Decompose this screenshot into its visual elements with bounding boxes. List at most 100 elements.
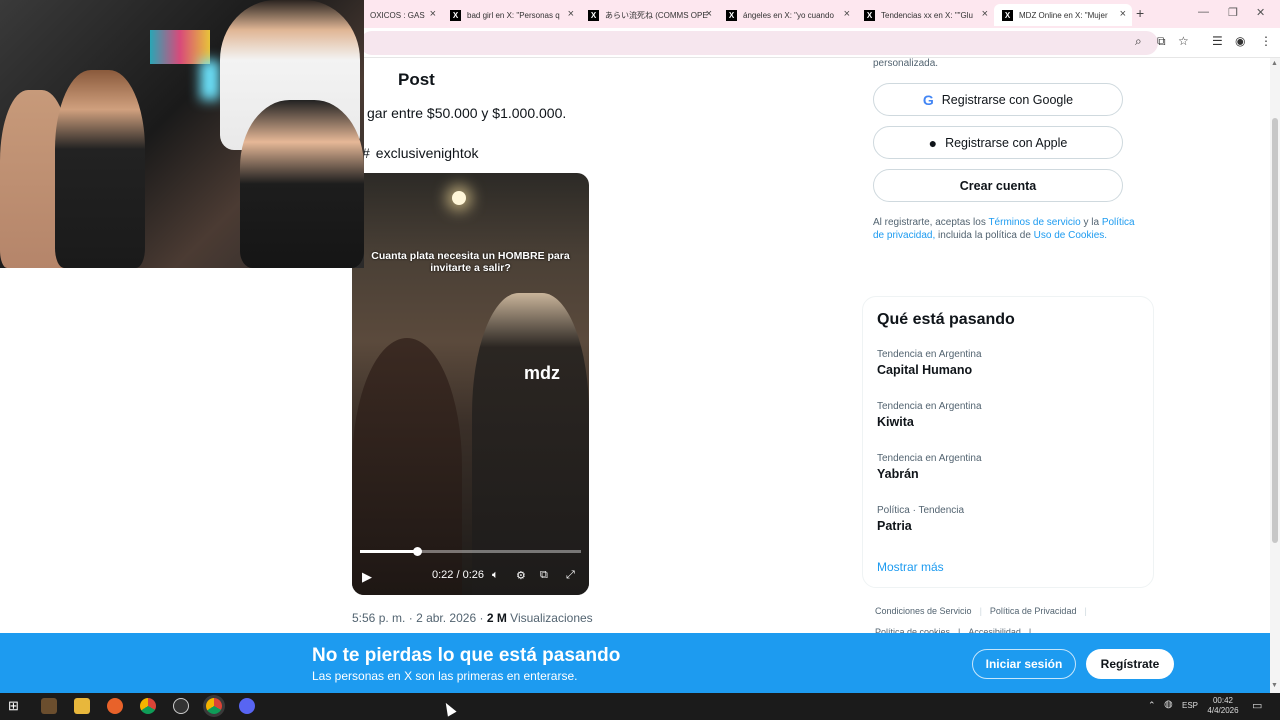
trend-item[interactable]: Tendencia en Argentina Kiwita xyxy=(877,401,982,429)
volume-icon[interactable]: 🔈︎ xyxy=(492,569,499,582)
video-progress-bar[interactable] xyxy=(360,547,581,556)
clock[interactable]: 00:42 4/4/2026 xyxy=(1206,696,1240,716)
signup-note: personalizada. xyxy=(873,58,939,69)
views-label: Visualizaciones xyxy=(510,611,593,625)
browser-tab[interactable]: X ángeles en X: "yo cuando × xyxy=(718,4,856,26)
banner-subtitle: Las personas en X son las primeras en en… xyxy=(312,669,578,683)
close-window-button[interactable]: ✕ xyxy=(1256,6,1265,19)
webcam-person xyxy=(55,70,145,268)
scroll-down-arrow-icon[interactable]: ▼ xyxy=(1271,682,1278,689)
register-button[interactable]: Regístrate xyxy=(1086,649,1174,679)
terms-link[interactable]: Términos de servicio xyxy=(988,217,1080,228)
trend-name: Yabrán xyxy=(877,467,919,481)
create-account-button[interactable]: Crear cuenta xyxy=(873,169,1123,202)
terms-footer-link[interactable]: Condiciones de Servicio xyxy=(875,606,972,616)
menu-icon[interactable]: ⋮ xyxy=(1260,34,1272,48)
hashtag-line: # exclusivenightok xyxy=(362,145,479,161)
browser-tab[interactable]: X Tendencias xx en X: ""Glu × xyxy=(856,4,994,26)
media-player-icon[interactable] xyxy=(41,698,57,714)
signup-google-button[interactable]: G Registrarse con Google xyxy=(873,83,1123,116)
privacy-footer-link[interactable]: Política de Privacidad xyxy=(990,606,1077,616)
tab-title: ángeles en X: "yo cuando xyxy=(743,10,834,20)
show-more-link[interactable]: Mostrar más xyxy=(877,560,944,574)
post-date[interactable]: 2 abr. 2026 xyxy=(416,611,476,625)
trend-item[interactable]: Tendencia en Argentina Capital Humano xyxy=(877,349,982,377)
trend-item[interactable]: Tendencia en Argentina Yabrán xyxy=(877,453,982,481)
trend-name: Kiwita xyxy=(877,415,914,429)
close-tab-icon[interactable]: × xyxy=(706,8,712,20)
login-button[interactable]: Iniciar sesión xyxy=(972,649,1076,679)
x-logo-icon: X xyxy=(450,9,461,21)
cookies-link[interactable]: Uso de Cookies. xyxy=(1034,230,1107,241)
play-icon[interactable]: ▶ xyxy=(362,569,372,585)
apple-icon: ● xyxy=(928,134,938,151)
tab-title: OXICOS : GAS xyxy=(370,10,425,20)
reading-list-icon[interactable]: ☰ xyxy=(1212,34,1223,48)
legal-and: y la xyxy=(1083,217,1100,228)
fullscreen-icon[interactable]: ⤢ xyxy=(566,569,575,582)
legal-prefix: Al registrarte, aceptas los xyxy=(873,217,986,228)
maximize-button[interactable]: ❐ xyxy=(1228,6,1238,19)
scroll-up-arrow-icon[interactable]: ▲ xyxy=(1271,60,1278,67)
scrollbar-thumb[interactable] xyxy=(1272,118,1278,543)
trends-card: Qué está pasando Tendencia en Argentina … xyxy=(862,296,1154,588)
settings-gear-icon[interactable]: ⚙ xyxy=(516,569,526,582)
trend-name: Patria xyxy=(877,519,912,533)
trend-context: Tendencia en Argentina xyxy=(877,349,982,360)
chrome-active-icon[interactable] xyxy=(206,698,222,714)
close-tab-icon[interactable]: × xyxy=(844,8,850,20)
network-icon[interactable]: ◍ xyxy=(1164,699,1173,710)
footer-separator: | xyxy=(1084,606,1087,616)
banner-title: No te pierdas lo que está pasando xyxy=(312,645,621,666)
firefox-icon[interactable] xyxy=(107,698,123,714)
page-title: Post xyxy=(398,70,435,89)
trend-name: Capital Humano xyxy=(877,363,973,377)
legal-text: Al registrarte, aceptas los Términos de … xyxy=(873,216,1135,242)
browser-tab[interactable]: X あらい流死ね (COMMS OPE × xyxy=(580,4,718,26)
browser-tab[interactable]: OXICOS : GAS × xyxy=(362,4,442,26)
google-icon: G xyxy=(922,91,934,108)
views-count: 2 M xyxy=(486,611,507,625)
x-logo-icon: X xyxy=(726,9,737,21)
clock-date: 4/4/2026 xyxy=(1207,706,1239,715)
signup-card: personalizada. G Registrarse con Google … xyxy=(862,58,1154,258)
tab-title: MDZ Online en X: "Mujer xyxy=(1019,10,1108,20)
signup-apple-button[interactable]: ● Registrarse con Apple xyxy=(873,126,1123,159)
url-bar[interactable] xyxy=(360,31,1158,55)
hashtag-link[interactable]: exclusivenightok xyxy=(376,145,479,161)
picture-in-picture-icon[interactable]: ⧉ xyxy=(540,569,548,582)
meta-separator: · xyxy=(479,611,484,625)
close-tab-icon[interactable]: × xyxy=(568,8,574,20)
close-tab-icon[interactable]: × xyxy=(430,8,436,20)
install-app-icon[interactable]: ⧉ xyxy=(1157,34,1166,49)
chrome-icon[interactable] xyxy=(140,698,156,714)
browser-tab-active[interactable]: X MDZ Online en X: "Mujer × xyxy=(994,4,1132,26)
browser-tab[interactable]: X bad girl en X: "Personas q × xyxy=(442,4,580,26)
close-tab-icon[interactable]: × xyxy=(1120,8,1126,20)
bookmark-star-icon[interactable]: ☆ xyxy=(1178,34,1189,48)
trend-item[interactable]: Política · Tendencia Patria xyxy=(877,505,964,533)
language-indicator[interactable]: ESP xyxy=(1182,701,1198,710)
tab-title: Tendencias xx en X: ""Glu xyxy=(881,10,973,20)
tray-chevron-icon[interactable]: ⌃ xyxy=(1148,700,1156,711)
windows-start-icon[interactable]: ⊞ xyxy=(8,698,24,714)
notifications-icon[interactable]: ▭ xyxy=(1252,699,1262,712)
minimize-button[interactable]: — xyxy=(1198,6,1209,18)
string-light xyxy=(452,191,466,205)
post-time[interactable]: 5:56 p. m. xyxy=(352,611,405,625)
file-explorer-icon[interactable] xyxy=(74,698,90,714)
windows-taskbar: ⊞ ⌃ ◍ ESP 00:42 4/4/2026 ▭ xyxy=(0,693,1280,720)
video-person-left xyxy=(352,338,462,595)
new-tab-button[interactable]: + xyxy=(1136,5,1144,21)
discord-icon[interactable] xyxy=(239,698,255,714)
video-logo: mdz xyxy=(524,363,560,383)
close-tab-icon[interactable]: × xyxy=(982,8,988,20)
tab-title: bad girl en X: "Personas q xyxy=(467,10,560,20)
footer-links: Condiciones de Servicio | Política de Pr… xyxy=(875,606,1087,616)
zoom-icon[interactable]: ⌕ xyxy=(1135,34,1142,49)
login-banner: No te pierdas lo que está pasando Las pe… xyxy=(0,633,1270,693)
create-account-label: Crear cuenta xyxy=(959,178,1037,193)
obs-icon[interactable] xyxy=(173,698,189,714)
video-player[interactable]: Cuanta plata necesita un HOMBRE para inv… xyxy=(352,173,589,595)
profile-icon[interactable]: ◉ xyxy=(1235,34,1245,48)
